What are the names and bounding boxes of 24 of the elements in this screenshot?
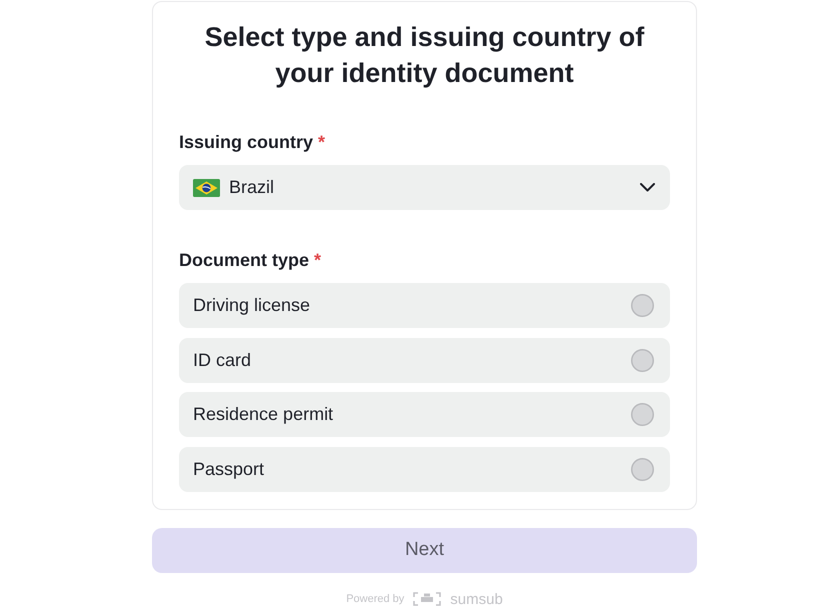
required-mark: *: [318, 132, 326, 152]
radio-icon[interactable]: [631, 294, 654, 317]
option-label: Residence permit: [193, 404, 334, 426]
powered-by-text: Powered by: [346, 593, 404, 606]
radio-icon[interactable]: [631, 348, 654, 372]
brazil-flag-icon: [193, 178, 220, 196]
option-label: Passport: [193, 458, 264, 480]
country-select[interactable]: Brazil: [179, 165, 670, 210]
document-option[interactable]: Residence permit: [179, 392, 670, 438]
radio-icon[interactable]: [631, 403, 654, 426]
option-label: Driving license: [193, 295, 310, 316]
required-mark: *: [314, 250, 322, 270]
document-option[interactable]: Passport: [179, 446, 670, 492]
page-title: Select type and issuing country of your identity document: [204, 21, 646, 90]
country-value: Brazil: [229, 177, 276, 198]
document-option[interactable]: ID card: [179, 338, 670, 383]
field-label: Issuing country: [179, 132, 314, 152]
document-option[interactable]: Driving license: [179, 283, 670, 328]
option-label: ID card: [193, 350, 252, 371]
chevron-down-icon: [640, 183, 655, 192]
radio-icon[interactable]: [631, 458, 654, 481]
field-label: Document type: [179, 250, 310, 270]
brand-name: sumsub: [450, 590, 503, 606]
logo-icon: [413, 592, 442, 606]
